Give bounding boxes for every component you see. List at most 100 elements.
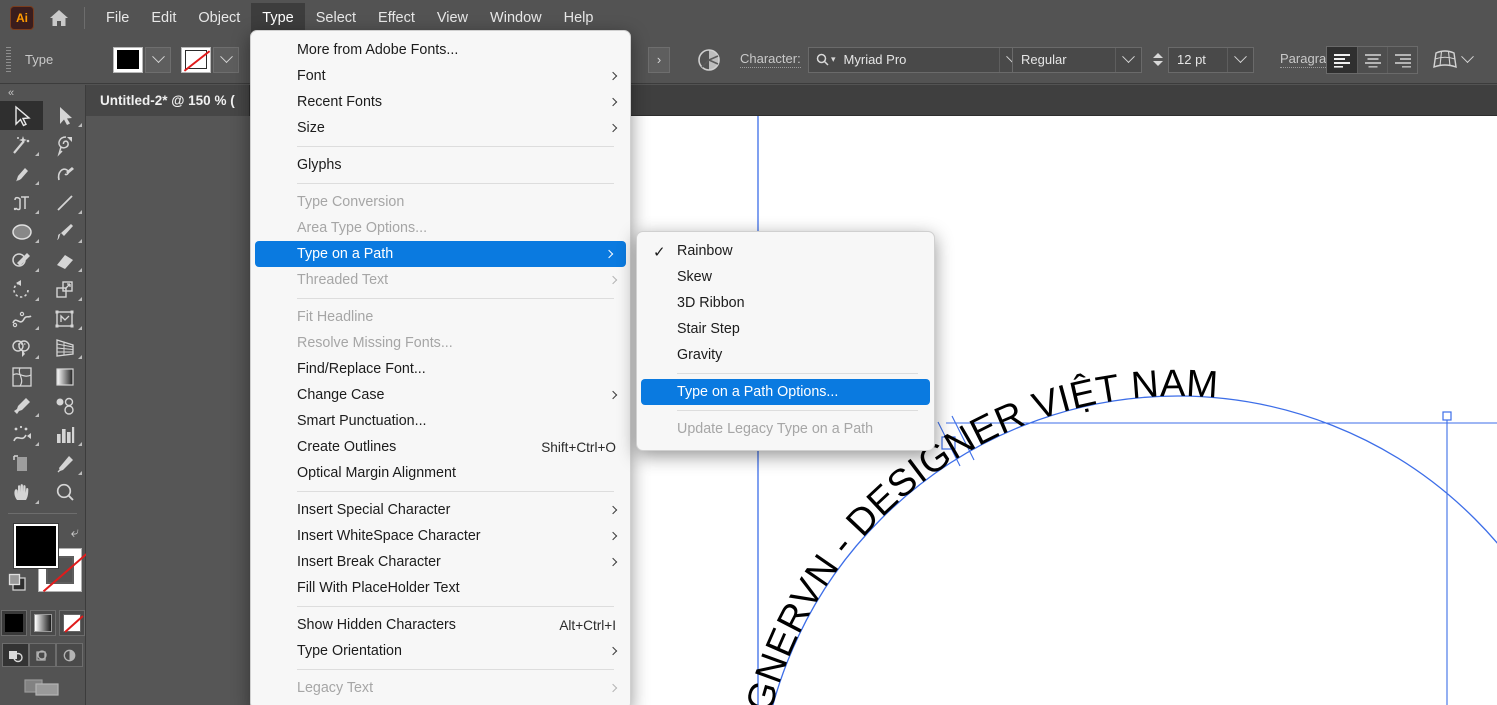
shape-builder-tool[interactable] <box>0 333 43 362</box>
menu-item-change-case[interactable]: Change Case <box>251 382 630 408</box>
menu-item-create-outlines[interactable]: Create Outlines Shift+Ctrl+O <box>251 434 630 460</box>
stroke-swatch[interactable] <box>181 46 211 73</box>
slice-tool[interactable] <box>43 449 86 478</box>
document-tab[interactable]: Untitled-2* @ 150 % ( <box>86 85 250 116</box>
menubar-item-object[interactable]: Object <box>187 3 251 33</box>
selection-tool[interactable] <box>0 101 43 130</box>
ellipse-tool[interactable] <box>0 217 43 246</box>
zoom-tool[interactable] <box>43 478 86 507</box>
menubar-item-file[interactable]: File <box>95 3 140 33</box>
menu-item-show-hidden-characters[interactable]: Show Hidden Characters Alt+Ctrl+I <box>251 612 630 638</box>
font-size-combo[interactable]: 12 pt <box>1168 46 1254 73</box>
font-style-combo[interactable]: Regular <box>1012 46 1142 73</box>
swap-fill-stroke-icon[interactable]: ⤶ <box>71 524 79 541</box>
menu-item-type-on-a-path[interactable]: Type on a Path <box>255 241 626 267</box>
none-mode-button[interactable] <box>58 610 85 636</box>
eyedropper-tool[interactable] <box>0 391 43 420</box>
menubar-item-select[interactable]: Select <box>305 3 367 33</box>
menubar-item-window[interactable]: Window <box>479 3 553 33</box>
blend-tool[interactable] <box>43 391 86 420</box>
type-on-a-path-submenu[interactable]: ✓ Rainbow Skew 3D Ribbon Stair Step Gravity Ty… <box>636 231 935 451</box>
menu-item-insert-special-character[interactable]: Insert Special Character <box>251 497 630 523</box>
color-mode-button[interactable] <box>0 610 27 636</box>
draw-normal-button[interactable] <box>2 643 29 667</box>
menubar-item-type[interactable]: Type <box>251 3 305 33</box>
hand-tool[interactable] <box>0 478 43 507</box>
perspective-grid-tool[interactable] <box>43 333 86 362</box>
magic-wand-tool[interactable] <box>0 130 43 159</box>
submenu-separator <box>677 410 918 411</box>
font-size-caret-icon[interactable] <box>1227 47 1253 72</box>
curvature-tool[interactable] <box>43 159 86 188</box>
opacity-icon[interactable] <box>696 47 722 73</box>
menu-item-recent-fonts[interactable]: Recent Fonts <box>251 89 630 115</box>
fill-swatch-group[interactable] <box>113 46 171 73</box>
align-left-icon[interactable] <box>1327 46 1357 73</box>
envelope-distort-icon[interactable] <box>1432 49 1474 71</box>
menubar-item-view[interactable]: View <box>426 3 479 33</box>
align-right-icon[interactable] <box>1387 46 1417 73</box>
control-bar-overflow-button[interactable]: › <box>648 46 670 73</box>
gradient-tool[interactable] <box>43 362 86 391</box>
menubar-item-effect[interactable]: Effect <box>367 3 426 33</box>
change-screen-mode-icon[interactable] <box>23 676 63 701</box>
fill-dropdown-button[interactable] <box>145 46 171 73</box>
direct-selection-tool[interactable] <box>43 101 86 130</box>
menu-item-font[interactable]: Font <box>251 63 630 89</box>
line-segment-tool[interactable] <box>43 188 86 217</box>
paintbrush-tool[interactable] <box>43 217 86 246</box>
stroke-swatch-group[interactable] <box>181 46 239 73</box>
menu-item-optical-margin-alignment[interactable]: Optical Margin Alignment <box>251 460 630 486</box>
menu-item-find-replace-font[interactable]: Find/Replace Font... <box>251 356 630 382</box>
submenu-item-type-on-a-path-options[interactable]: Type on a Path Options... <box>641 379 930 405</box>
menu-item-more-from-adobe-fonts[interactable]: More from Adobe Fonts... <box>251 37 630 63</box>
menubar-item-edit[interactable]: Edit <box>140 3 187 33</box>
tools-panel: « ⤶ <box>0 85 86 705</box>
draw-inside-button[interactable] <box>56 643 83 667</box>
eraser-tool[interactable] <box>43 246 86 275</box>
submenu-item-3d-ribbon[interactable]: 3D Ribbon <box>637 290 934 316</box>
chevron-right-icon <box>608 97 618 107</box>
free-transform-tool[interactable] <box>43 304 86 333</box>
type-menu-dropdown[interactable]: More from Adobe Fonts... Font Recent Fonts… <box>250 30 631 705</box>
column-graph-tool[interactable] <box>43 420 86 449</box>
home-icon[interactable] <box>44 6 74 30</box>
control-bar-grip[interactable] <box>6 46 11 73</box>
mesh-tool[interactable] <box>0 362 43 391</box>
fill-color-well[interactable] <box>14 524 58 568</box>
scale-tool[interactable] <box>43 275 86 304</box>
menu-item-type-orientation[interactable]: Type Orientation <box>251 638 630 664</box>
menu-item-insert-whitespace-character[interactable]: Insert WhiteSpace Character <box>251 523 630 549</box>
menu-item-glyphs[interactable]: Glyphs <box>251 152 630 178</box>
lasso-tool[interactable] <box>43 130 86 159</box>
font-size-stepper[interactable] <box>1150 47 1166 73</box>
pen-tool[interactable] <box>0 159 43 188</box>
submenu-item-gravity[interactable]: Gravity <box>637 342 934 368</box>
submenu-separator <box>677 373 918 374</box>
submenu-item-rainbow[interactable]: ✓ Rainbow <box>637 238 934 264</box>
gradient-mode-button[interactable] <box>29 610 56 636</box>
menubar-item-help[interactable]: Help <box>553 3 605 33</box>
type-tool[interactable] <box>0 188 43 217</box>
font-style-caret-icon[interactable] <box>1115 47 1141 72</box>
menu-item-size[interactable]: Size <box>251 115 630 141</box>
menu-item-insert-break-character[interactable]: Insert Break Character <box>251 549 630 575</box>
rotate-tool[interactable] <box>0 275 43 304</box>
menu-item-smart-punctuation[interactable]: Smart Punctuation... <box>251 408 630 434</box>
menu-item-fill-with-placeholder-text[interactable]: Fill With PlaceHolder Text <box>251 575 630 601</box>
align-center-icon[interactable] <box>1357 46 1387 73</box>
submenu-item-skew[interactable]: Skew <box>637 264 934 290</box>
draw-behind-button[interactable] <box>29 643 56 667</box>
default-fill-stroke-icon[interactable] <box>8 573 28 598</box>
width-tool[interactable] <box>0 304 43 333</box>
submenu-item-stair-step[interactable]: Stair Step <box>637 316 934 342</box>
artboard-tool[interactable] <box>0 449 43 478</box>
shaper-tool[interactable] <box>0 246 43 275</box>
search-icon: ▾ <box>809 53 836 66</box>
fill-swatch[interactable] <box>113 46 143 73</box>
font-family-combo[interactable]: ▾ Myriad Pro <box>808 46 1026 73</box>
stroke-dropdown-button[interactable] <box>213 46 239 73</box>
symbol-sprayer-tool[interactable] <box>0 420 43 449</box>
collapse-panel-icon[interactable]: « <box>0 85 85 101</box>
tool-flyout-indicator <box>35 181 39 185</box>
